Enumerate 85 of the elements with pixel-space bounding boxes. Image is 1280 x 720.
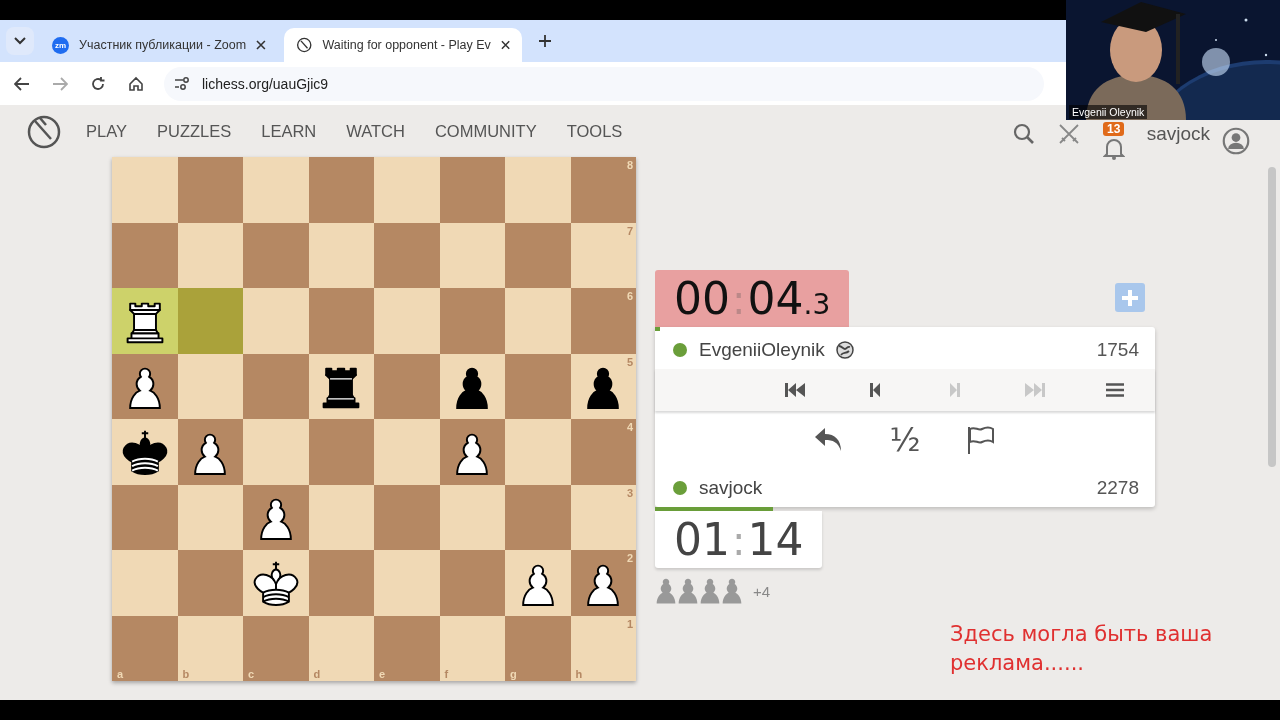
file-label: b xyxy=(182,668,190,680)
username-link[interactable]: savjock xyxy=(1146,123,1210,145)
player-name[interactable]: savjock xyxy=(699,477,763,499)
new-tab-icon[interactable] xyxy=(538,34,552,48)
file-label: f xyxy=(444,668,449,680)
browser-tab[interactable]: Waiting for opponent - Play Ev xyxy=(284,28,522,62)
player-rating: 1754 xyxy=(1096,339,1139,361)
file-label: d xyxy=(313,668,321,680)
close-icon[interactable] xyxy=(500,40,510,50)
add-time-button[interactable] xyxy=(1115,283,1145,312)
board-square[interactable]: 1 h xyxy=(570,615,636,681)
rank-label: 1 xyxy=(626,617,633,630)
nav-link[interactable]: LEARN xyxy=(261,121,317,141)
search-icon[interactable] xyxy=(1012,123,1035,145)
board-square[interactable]: e xyxy=(374,615,440,681)
captured-pawn-icon xyxy=(699,578,721,604)
board-square[interactable]: d xyxy=(308,615,374,681)
plus-icon xyxy=(1121,288,1139,307)
file-label: g xyxy=(510,668,517,680)
rank-label: 7 xyxy=(626,224,633,237)
skip-last-icon xyxy=(1024,382,1046,398)
nav-link[interactable]: COMMUNITY xyxy=(434,121,537,141)
site-settings-icon[interactable] xyxy=(174,76,190,91)
reload-icon[interactable] xyxy=(90,75,106,92)
forward-icon[interactable] xyxy=(52,76,68,91)
board-square[interactable]: 6 xyxy=(570,288,636,354)
menu-icon xyxy=(1106,383,1124,397)
globe-icon xyxy=(834,340,855,360)
user-avatar-icon[interactable] xyxy=(1222,127,1250,155)
player-rating: 2278 xyxy=(1096,477,1139,499)
home-icon[interactable] xyxy=(128,75,144,92)
tab-list-button[interactable] xyxy=(6,27,34,55)
captured-pawn-icon xyxy=(721,578,743,604)
opponent-clock: 00:04.3 xyxy=(655,270,850,327)
back-icon[interactable] xyxy=(14,76,30,91)
close-icon[interactable] xyxy=(256,40,266,50)
scrollbar-thumb[interactable] xyxy=(1268,167,1276,467)
ad-text: Здесь могла быть ваша реклама...... xyxy=(950,621,1214,677)
player-clock: 01:14 xyxy=(655,511,823,568)
time-bar xyxy=(655,327,660,331)
file-label: e xyxy=(379,668,386,680)
board-square[interactable]: 4 xyxy=(570,419,636,485)
nav-link[interactable]: PUZZLES xyxy=(156,121,232,141)
address-field[interactable]: lichess.org/uauGjic9 xyxy=(164,66,1044,101)
participant-name: Evgenii Oleynik xyxy=(1069,105,1148,119)
crossed-swords-icon[interactable] xyxy=(1056,122,1081,146)
browser-tab[interactable]: zm Участник публикации - Zoom xyxy=(40,28,278,62)
board-square[interactable]: 3 xyxy=(570,484,636,550)
chevron-down-icon xyxy=(14,37,26,45)
rank-label: 5 xyxy=(626,355,633,368)
board-square[interactable]: 7 xyxy=(570,222,636,288)
file-label: h xyxy=(575,668,583,680)
board-square[interactable]: 8 xyxy=(570,157,636,223)
tab-title: Waiting for opponent - Play Ev xyxy=(322,38,491,52)
board-square[interactable]: g xyxy=(505,615,571,681)
zoom-favicon: zm xyxy=(52,36,69,54)
nav-link[interactable]: TOOLS xyxy=(566,121,623,141)
board-square[interactable]: 5 xyxy=(570,353,636,419)
draw-offer-button[interactable]: ½ xyxy=(881,418,929,462)
material-difference: +4 xyxy=(753,582,771,600)
nav-link[interactable]: PLAY xyxy=(86,121,127,141)
board-square[interactable]: 2 xyxy=(570,550,636,616)
tab-title: Участник публикации - Zoom xyxy=(79,38,247,52)
step-back-icon xyxy=(869,382,881,398)
rank-label: 3 xyxy=(626,486,633,499)
nav-link[interactable]: WATCH xyxy=(346,121,405,141)
undo-arrow-icon xyxy=(814,427,844,453)
bell-icon[interactable] xyxy=(1102,136,1125,160)
rank-label: 4 xyxy=(626,421,633,433)
notification-count: 13 xyxy=(1102,122,1125,136)
rank-label: 2 xyxy=(626,552,633,564)
step-forward-icon xyxy=(949,382,961,398)
rank-label: 8 xyxy=(626,159,633,171)
file-label: c xyxy=(248,668,255,680)
file-label: a xyxy=(117,668,124,680)
captured-pawn-icon xyxy=(677,578,699,604)
flag-icon xyxy=(966,425,996,455)
captured-pawn-icon xyxy=(655,578,677,604)
skip-first-icon xyxy=(784,382,806,398)
player-name[interactable]: EvgeniiOleynik xyxy=(699,339,825,361)
rank-label: 6 xyxy=(626,290,633,302)
board-square[interactable]: b xyxy=(177,615,243,681)
board-square[interactable]: f xyxy=(439,615,505,681)
board-square[interactable]: c xyxy=(243,615,309,681)
board-square[interactable]: a xyxy=(112,615,178,681)
